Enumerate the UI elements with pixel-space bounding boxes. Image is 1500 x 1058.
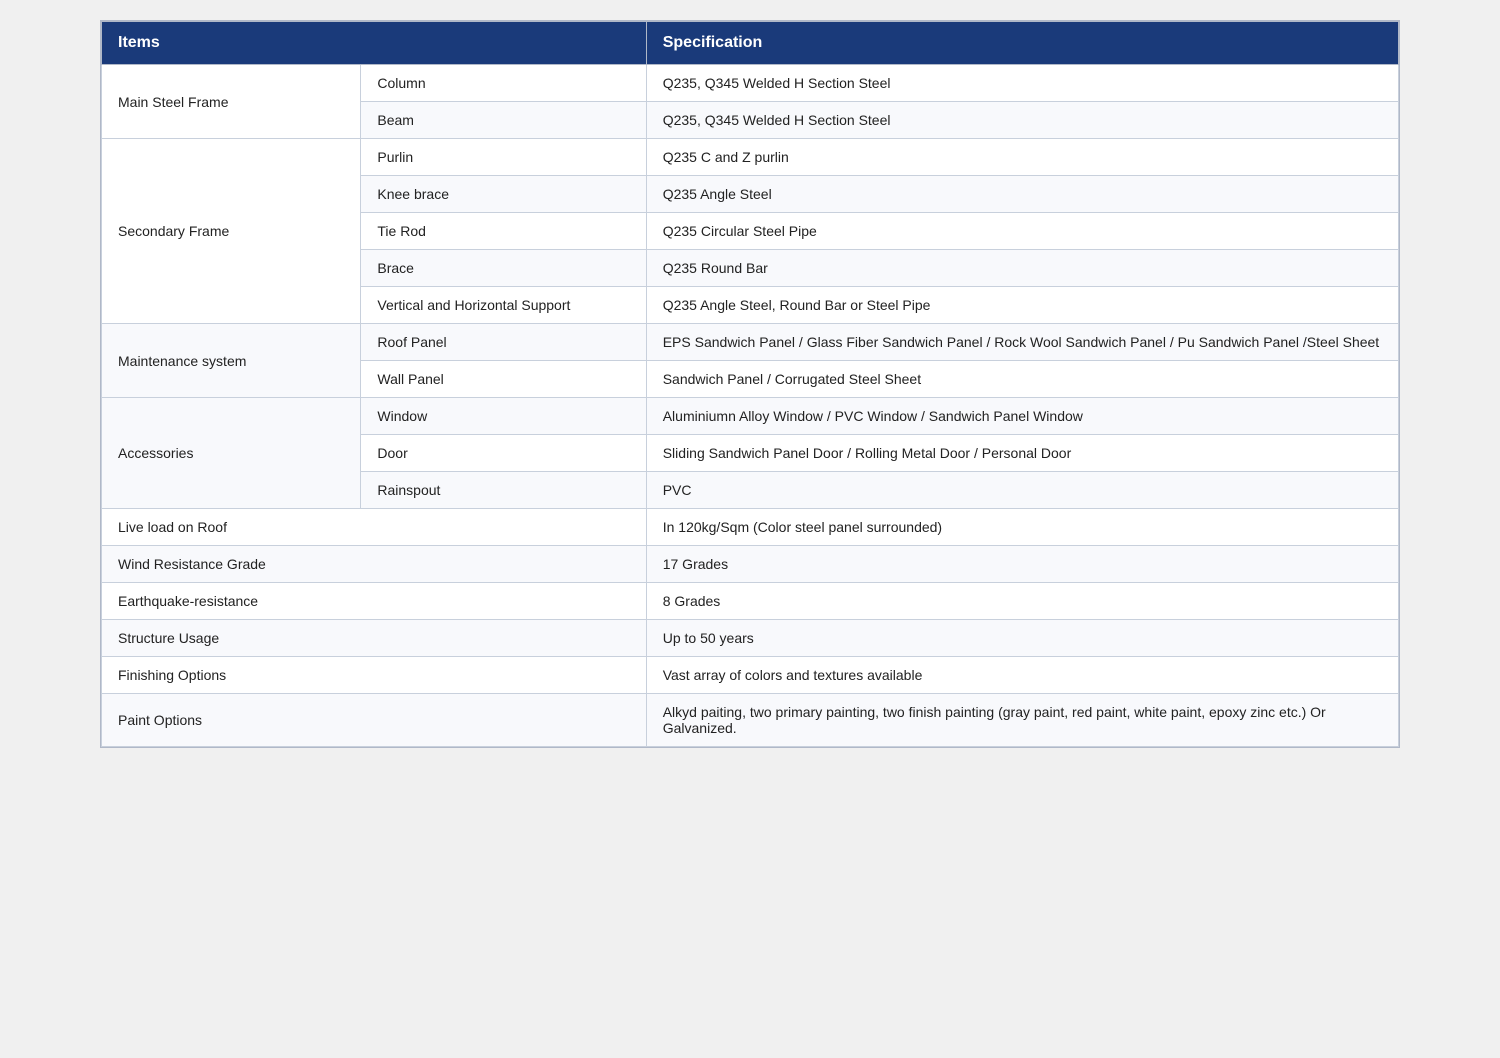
spec-cell: Aluminiumn Alloy Window / PVC Window / S… (646, 398, 1398, 435)
item-cell: Brace (361, 250, 646, 287)
spec-cell: Q235 Circular Steel Pipe (646, 213, 1398, 250)
category-cell: Live load on Roof (102, 509, 647, 546)
category-cell: Main Steel Frame (102, 65, 361, 139)
item-cell: Purlin (361, 139, 646, 176)
header-spec: Specification (646, 22, 1398, 65)
table-row: Earthquake-resistance8 Grades (102, 583, 1399, 620)
table-row: Paint OptionsAlkyd paiting, two primary … (102, 694, 1399, 747)
spec-cell: EPS Sandwich Panel / Glass Fiber Sandwic… (646, 324, 1398, 361)
table-row: AccessoriesWindowAluminiumn Alloy Window… (102, 398, 1399, 435)
spec-cell: Q235 Angle Steel (646, 176, 1398, 213)
item-cell: Door (361, 435, 646, 472)
spec-cell: Sliding Sandwich Panel Door / Rolling Me… (646, 435, 1398, 472)
item-cell: Beam (361, 102, 646, 139)
table-row: Secondary FramePurlinQ235 C and Z purlin (102, 139, 1399, 176)
table-row: Live load on RoofIn 120kg/Sqm (Color ste… (102, 509, 1399, 546)
spec-cell: PVC (646, 472, 1398, 509)
spec-cell: Q235, Q345 Welded H Section Steel (646, 65, 1398, 102)
spec-cell: In 120kg/Sqm (Color steel panel surround… (646, 509, 1398, 546)
category-cell: Earthquake-resistance (102, 583, 647, 620)
spec-cell: Alkyd paiting, two primary painting, two… (646, 694, 1398, 747)
category-cell: Structure Usage (102, 620, 647, 657)
category-cell: Secondary Frame (102, 139, 361, 324)
category-cell: Maintenance system (102, 324, 361, 398)
category-cell: Wind Resistance Grade (102, 546, 647, 583)
spec-cell: Sandwich Panel / Corrugated Steel Sheet (646, 361, 1398, 398)
item-cell: Tie Rod (361, 213, 646, 250)
spec-cell: Q235 Round Bar (646, 250, 1398, 287)
item-cell: Column (361, 65, 646, 102)
spec-cell: Q235, Q345 Welded H Section Steel (646, 102, 1398, 139)
table-row: Main Steel FrameColumnQ235, Q345 Welded … (102, 65, 1399, 102)
item-cell: Window (361, 398, 646, 435)
item-cell: Wall Panel (361, 361, 646, 398)
category-cell: Paint Options (102, 694, 647, 747)
spec-cell: Up to 50 years (646, 620, 1398, 657)
table-row: Finishing OptionsVast array of colors an… (102, 657, 1399, 694)
item-cell: Vertical and Horizontal Support (361, 287, 646, 324)
table-row: Wind Resistance Grade17 Grades (102, 546, 1399, 583)
category-cell: Finishing Options (102, 657, 647, 694)
item-cell: Knee brace (361, 176, 646, 213)
spec-cell: Q235 Angle Steel, Round Bar or Steel Pip… (646, 287, 1398, 324)
spec-cell: 8 Grades (646, 583, 1398, 620)
spec-cell: Vast array of colors and textures availa… (646, 657, 1398, 694)
specification-table: Items Specification Main Steel FrameColu… (100, 20, 1400, 748)
table-row: Structure UsageUp to 50 years (102, 620, 1399, 657)
category-cell: Accessories (102, 398, 361, 509)
item-cell: Rainspout (361, 472, 646, 509)
table-row: Maintenance systemRoof PanelEPS Sandwich… (102, 324, 1399, 361)
spec-cell: Q235 C and Z purlin (646, 139, 1398, 176)
header-items: Items (102, 22, 647, 65)
spec-cell: 17 Grades (646, 546, 1398, 583)
item-cell: Roof Panel (361, 324, 646, 361)
